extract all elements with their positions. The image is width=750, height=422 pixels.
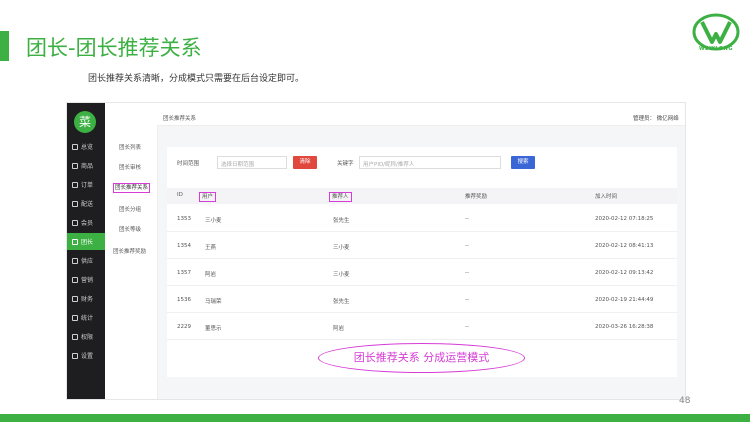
cell-join-time: 2020-02-12 08:41:13: [595, 243, 654, 249]
cell-join-time: 2020-02-12 09:13:42: [595, 270, 654, 276]
sidebar-item-label: 供应: [81, 258, 94, 265]
sidebar-item-finance[interactable]: 财务: [67, 290, 105, 307]
permission-icon: [72, 333, 78, 340]
sidebar-item-label: 权限: [81, 334, 94, 341]
submenu-leader-group[interactable]: 团长分组: [105, 205, 157, 213]
cell-reward: --: [465, 324, 469, 330]
sidebar-item-label: 总览: [81, 144, 94, 151]
cell-referrer: 阿岩: [333, 326, 345, 332]
submenu-leader-referral[interactable]: 团长推荐关系: [105, 183, 157, 193]
slide-description: 团长推荐关系清晰，分成模式只需要在后台设定即可。: [88, 74, 305, 84]
keyword-input[interactable]: 用户PID/昵称/推荐人: [359, 156, 501, 169]
column-header-id: ID: [177, 192, 183, 198]
cell-join-time: 2020-03-26 16:28:38: [595, 324, 654, 330]
goods-icon: [72, 162, 78, 169]
sidebar-item-label: 团长: [81, 239, 94, 246]
sidebar-item-label: 财务: [81, 296, 94, 303]
cell-id: 1536: [177, 297, 191, 303]
title-accent-bar: [0, 31, 9, 61]
sidebar-item-leader[interactable]: 团长: [67, 233, 105, 250]
cell-id: 2229: [177, 324, 191, 330]
delivery-icon: [72, 200, 78, 207]
slide-title: 团长-团长推荐关系: [26, 36, 202, 60]
sidebar-item-members[interactable]: 会员: [67, 214, 105, 231]
cell-reward: --: [465, 243, 469, 249]
settings-icon: [72, 352, 78, 359]
sidebar-item-permission[interactable]: 权限: [67, 328, 105, 345]
cell-reward: --: [465, 216, 469, 222]
keyword-label: 关键字: [337, 161, 354, 167]
cell-user: 马瑞荣: [205, 299, 222, 305]
brand-logo-icon: [690, 12, 742, 62]
brand-logo-text: WEIYLONG: [699, 46, 733, 52]
sidebar-item-marketing[interactable]: 营销: [67, 271, 105, 288]
column-header-reward: 推荐奖励: [465, 194, 488, 200]
time-range-label: 时间范围: [177, 161, 200, 167]
sidebar-item-goods[interactable]: 商品: [67, 157, 105, 174]
member-icon: [72, 219, 78, 226]
cell-user: 三小麦: [205, 218, 222, 224]
sidebar-item-label: 配送: [81, 201, 94, 208]
sidebar-item-label: 设置: [81, 353, 94, 360]
bottom-accent-bar: [0, 414, 750, 422]
cell-referrer: 张先生: [333, 299, 350, 305]
sidebar-item-settings[interactable]: 设置: [67, 347, 105, 364]
column-header-referrer: 推荐人: [329, 192, 352, 202]
sidebar-item-label: 商品: [81, 163, 94, 170]
home-icon: [72, 143, 78, 150]
cell-user: 董思示: [205, 326, 222, 332]
breadcrumb: 团长推荐关系: [163, 116, 197, 122]
cell-reward: --: [465, 297, 469, 303]
cell-id: 1353: [177, 216, 191, 222]
date-range-input[interactable]: 选择日期范围: [217, 156, 287, 169]
callout-text: 团长推荐关系 分成运营模式: [353, 351, 490, 364]
leader-submenu: 团长列表 团长审核 团长推荐关系 团长分组 团长等级 团长推荐奖励: [105, 103, 158, 399]
cell-user: 阿岩: [205, 272, 217, 278]
app-logo: 菜: [74, 111, 96, 133]
admin-label[interactable]: 管理员： 微亿网络: [633, 114, 679, 122]
marketing-icon: [72, 276, 78, 283]
cell-reward: --: [465, 270, 469, 276]
cell-referrer: 张先生: [333, 218, 350, 224]
leader-icon: [72, 238, 78, 245]
stats-icon: [72, 314, 78, 321]
cell-join-time: 2020-02-19 21:44:49: [595, 297, 654, 303]
main-sidebar: 菜 总览 商品 订单 配送 会员 团长 供应 营销 财务 统计 权限 设置: [67, 103, 105, 399]
submenu-leader-reward[interactable]: 团长推荐奖励: [105, 247, 157, 255]
clear-button[interactable]: 清除: [293, 156, 317, 169]
sidebar-item-stats[interactable]: 统计: [67, 309, 105, 326]
search-button[interactable]: 搜索: [511, 156, 535, 169]
sidebar-item-label: 订单: [81, 182, 94, 189]
sidebar-item-label: 统计: [81, 315, 94, 322]
sidebar-item-delivery[interactable]: 配送: [67, 195, 105, 212]
cell-user: 王燕: [205, 245, 217, 251]
submenu-leader-list[interactable]: 团长列表: [105, 143, 157, 151]
submenu-leader-review[interactable]: 团长审核: [105, 163, 157, 171]
supply-icon: [72, 257, 78, 264]
sidebar-item-label: 会员: [81, 220, 94, 227]
sidebar-item-label: 营销: [81, 277, 94, 284]
cell-join-time: 2020-02-12 07:18:25: [595, 216, 654, 222]
sidebar-item-orders[interactable]: 订单: [67, 176, 105, 193]
finance-icon: [72, 295, 78, 302]
cell-id: 1357: [177, 270, 191, 276]
sidebar-item-overview[interactable]: 总览: [67, 138, 105, 155]
submenu-leader-level[interactable]: 团长等级: [105, 225, 157, 233]
column-header-join-time: 加入时间: [595, 194, 618, 200]
cell-referrer: 三小麦: [333, 245, 350, 251]
cell-id: 1354: [177, 243, 191, 249]
page-number: 48: [679, 396, 691, 406]
top-bar: [157, 103, 685, 126]
cell-referrer: 三小麦: [333, 272, 350, 278]
column-header-user: 用户: [199, 192, 217, 202]
order-icon: [72, 181, 78, 188]
sidebar-item-supply[interactable]: 供应: [67, 252, 105, 269]
